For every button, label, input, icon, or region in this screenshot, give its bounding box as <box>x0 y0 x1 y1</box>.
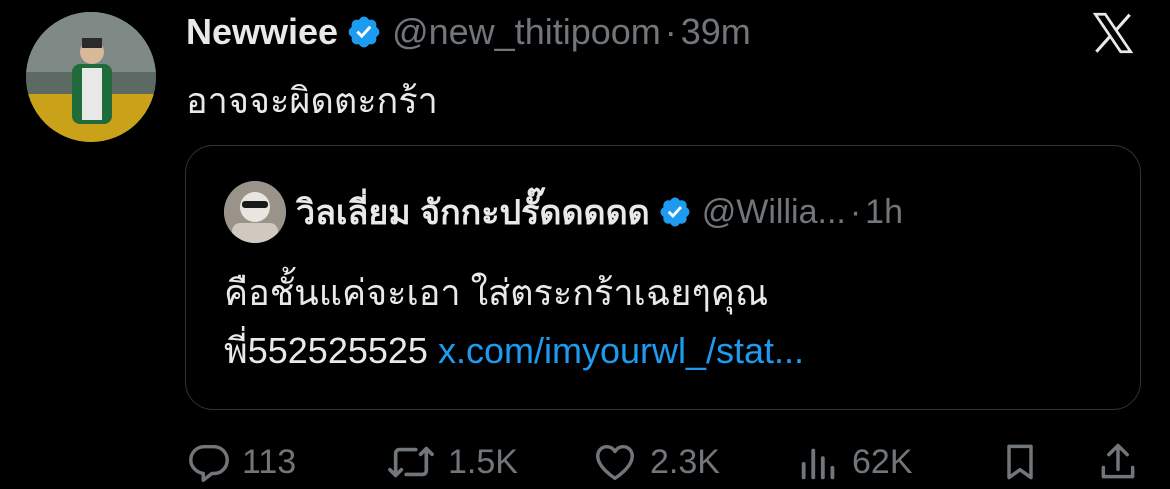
bookmark-icon <box>1007 444 1033 480</box>
verified-badge-icon <box>348 16 380 48</box>
tweet-action-bar: 113 1.5K 2.3K 62K <box>186 436 1146 488</box>
tweet-time[interactable]: 39m <box>681 11 751 53</box>
author-handle[interactable]: @new_thitipoom <box>392 11 661 53</box>
quoted-author-display-name[interactable]: วิลเลี่ยม จักกะปรั๊ดดดดด <box>296 185 650 239</box>
quoted-avatar-photo <box>224 181 286 243</box>
share-button[interactable] <box>1096 436 1140 488</box>
quoted-text-line-1: คือชั้นแค่จะเอา ใส่ตระกร้าเฉยๆคุณ <box>224 272 769 313</box>
quoted-tweet-header: วิลเลี่ยม จักกะปรั๊ดดดดด @Willia... · 1h <box>224 180 903 244</box>
verified-badge-icon <box>660 197 690 227</box>
repost-button[interactable]: 1.5K <box>384 436 518 488</box>
share-icon <box>1101 443 1135 479</box>
quoted-tweet-time[interactable]: 1h <box>865 193 903 232</box>
bookmark-button[interactable] <box>998 436 1042 488</box>
reply-icon <box>189 444 229 482</box>
separator-dot: · <box>664 11 677 52</box>
separator-dot: · <box>849 192 862 231</box>
x-logo-icon[interactable] <box>1088 8 1138 58</box>
repost-count: 1.5K <box>448 442 518 481</box>
author-display-name[interactable]: Newwiee <box>186 11 338 53</box>
repost-icon <box>388 446 434 478</box>
views-button[interactable]: 62K <box>796 436 913 488</box>
quoted-author-handle[interactable]: @Willia... <box>702 193 846 232</box>
avatar-photo <box>26 12 156 142</box>
views-icon <box>801 448 835 480</box>
quoted-tweet-text: คือชั้นแค่จะเอา ใส่ตระกร้าเฉยๆคุณ พี่552… <box>224 264 804 380</box>
quoted-text-line-2: พี่552525525 x.com/imyourwl_/stat... <box>224 322 804 380</box>
views-count: 62K <box>852 442 913 481</box>
quoted-tweet-card[interactable]: วิลเลี่ยม จักกะปรั๊ดดดดด @Willia... · 1h… <box>185 145 1141 410</box>
author-avatar[interactable] <box>26 12 156 142</box>
like-icon <box>596 444 634 481</box>
quoted-author-avatar[interactable] <box>224 181 286 243</box>
reply-button[interactable]: 113 <box>186 436 296 488</box>
like-button[interactable]: 2.3K <box>590 436 720 488</box>
tweet-header: Newwiee @new_thitipoom · 39m <box>186 8 751 56</box>
quoted-text-line-2-body: พี่552525525 <box>224 330 428 371</box>
quoted-tweet-link[interactable]: x.com/imyourwl_/stat... <box>438 330 804 371</box>
like-count: 2.3K <box>650 442 720 481</box>
reply-count: 113 <box>242 442 297 481</box>
tweet-text: อาจจะผิดตะกร้า <box>186 80 438 121</box>
